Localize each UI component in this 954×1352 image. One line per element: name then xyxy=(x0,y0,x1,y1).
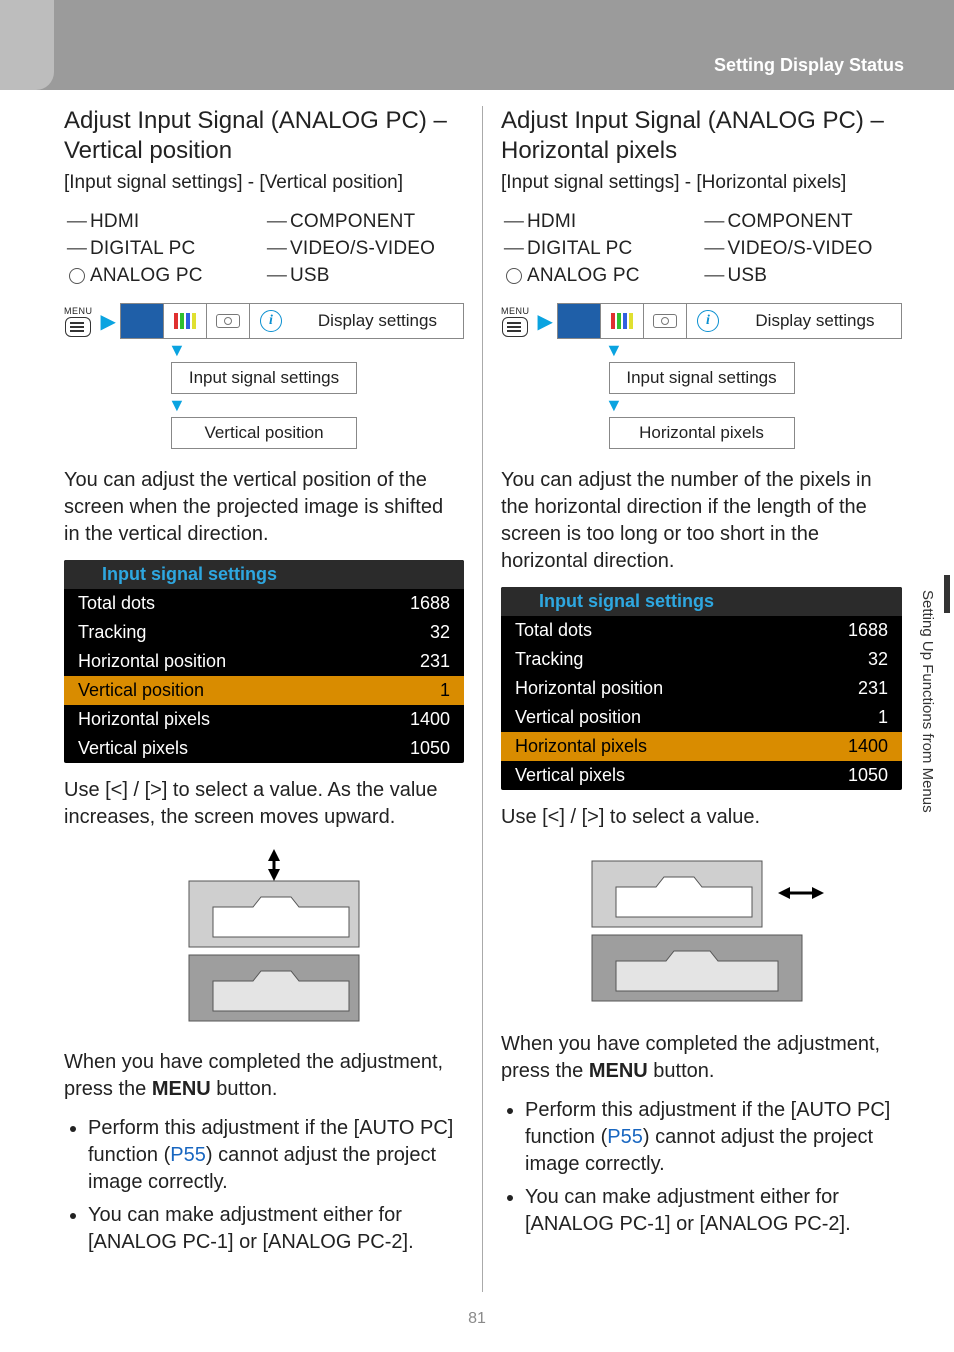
osd-row-selected: Horizontal pixels1400 xyxy=(501,732,902,761)
side-section-label: Setting Up Functions from Menus xyxy=(919,590,936,813)
left-osd-panel: Input signal settings Total dots1688 Tra… xyxy=(64,560,464,763)
link-p55[interactable]: P55 xyxy=(170,1144,206,1166)
osd-title: Input signal settings xyxy=(501,587,902,616)
chevron-down-icon: ▼ xyxy=(168,340,464,361)
osd-row: Vertical pixels1050 xyxy=(501,761,902,790)
menu-icon xyxy=(502,317,528,337)
input-usb: —USB xyxy=(702,262,903,289)
display-settings-label: Display settings xyxy=(292,304,463,338)
tab-bar: i Display settings xyxy=(557,303,902,339)
tab-bar: i Display settings xyxy=(120,303,464,339)
right-bullet-2: You can make adjustment either for [ANAL… xyxy=(525,1184,902,1238)
tab-info-icon: i xyxy=(250,304,292,338)
nav-leaf-right: Horizontal pixels xyxy=(609,417,795,449)
osd-row: Vertical pixels1050 xyxy=(64,734,464,763)
osd-row-selected: Vertical position1 xyxy=(64,676,464,705)
right-bullets: Perform this adjustment if the [AUTO PC]… xyxy=(501,1097,902,1238)
right-heading: Adjust Input Signal (ANALOG PC) – Horizo… xyxy=(501,106,902,166)
tab-camera-icon xyxy=(644,304,687,338)
left-hint: Use [<] / [>] to select a value. As the … xyxy=(64,777,464,831)
left-path: [Input signal settings] - [Vertical posi… xyxy=(64,172,464,194)
tab-calibration-icon xyxy=(601,304,644,338)
circle-icon xyxy=(506,268,522,284)
header-band: Setting Display Status xyxy=(0,0,954,90)
left-bullet-2: You can make adjustment either for [ANAL… xyxy=(88,1202,464,1256)
right-desc: You can adjust the number of the pixels … xyxy=(501,467,902,575)
tab-info-icon: i xyxy=(687,304,729,338)
input-hdmi: —HDMI xyxy=(64,208,264,235)
chevron-down-icon: ▼ xyxy=(605,340,902,361)
right-input-list: —HDMI —COMPONENT —DIGITAL PC —VIDEO/S-VI… xyxy=(501,208,902,289)
left-bullets: Perform this adjustment if the [AUTO PC]… xyxy=(64,1115,464,1256)
input-usb: —USB xyxy=(264,262,464,289)
display-settings-label: Display settings xyxy=(729,304,901,338)
input-video: —VIDEO/S-VIDEO xyxy=(702,235,903,262)
right-column: Adjust Input Signal (ANALOG PC) – Horizo… xyxy=(483,106,902,1292)
left-bullet-1: Perform this adjustment if the [AUTO PC]… xyxy=(88,1115,464,1196)
input-hdmi: —HDMI xyxy=(501,208,702,235)
nav-input-signal: Input signal settings xyxy=(171,362,357,394)
vertical-adjust-illustration xyxy=(149,847,379,1037)
page-number: 81 xyxy=(0,1310,954,1328)
tab-display-icon xyxy=(558,304,601,338)
link-p55[interactable]: P55 xyxy=(607,1126,643,1148)
left-heading: Adjust Input Signal (ANALOG PC) – Vertic… xyxy=(64,106,464,166)
right-hint: Use [<] / [>] to select a value. xyxy=(501,804,902,831)
left-input-list: —HDMI —COMPONENT —DIGITAL PC —VIDEO/S-VI… xyxy=(64,208,464,289)
left-nav-path: MENU ▶ i Display settings ▼ Input signal… xyxy=(64,303,464,449)
chevron-right-icon: ▶ xyxy=(101,309,116,334)
input-component: —COMPONENT xyxy=(702,208,903,235)
menu-icon xyxy=(65,317,91,337)
input-component: —COMPONENT xyxy=(264,208,464,235)
osd-row: Tracking32 xyxy=(501,645,902,674)
tab-camera-icon xyxy=(207,304,250,338)
nav-leaf-left: Vertical position xyxy=(171,417,357,449)
osd-row: Tracking32 xyxy=(64,618,464,647)
menu-label: MENU xyxy=(501,306,530,316)
content-columns: Adjust Input Signal (ANALOG PC) – Vertic… xyxy=(64,106,902,1292)
osd-row: Total dots1688 xyxy=(64,589,464,618)
input-video: —VIDEO/S-VIDEO xyxy=(264,235,464,262)
tab-calibration-icon xyxy=(164,304,207,338)
input-analog-pc: ANALOG PC xyxy=(501,262,702,289)
right-bullet-1: Perform this adjustment if the [AUTO PC]… xyxy=(525,1097,902,1178)
left-desc: You can adjust the vertical position of … xyxy=(64,467,464,548)
chevron-right-icon: ▶ xyxy=(538,309,553,334)
menu-label: MENU xyxy=(64,306,93,316)
side-marker xyxy=(944,575,950,613)
left-done: When you have completed the adjustment, … xyxy=(64,1049,464,1103)
settings-icon xyxy=(78,568,96,582)
right-done: When you have completed the adjustment, … xyxy=(501,1031,902,1085)
horizontal-adjust-illustration xyxy=(572,847,832,1007)
right-osd-panel: Input signal settings Total dots1688 Tra… xyxy=(501,587,902,790)
right-path: [Input signal settings] - [Horizontal pi… xyxy=(501,172,902,194)
input-analog-pc: ANALOG PC xyxy=(64,262,264,289)
circle-icon xyxy=(69,268,85,284)
header-title: Setting Display Status xyxy=(714,55,904,76)
osd-row: Total dots1688 xyxy=(501,616,902,645)
settings-icon xyxy=(515,595,533,609)
osd-row: Vertical position1 xyxy=(501,703,902,732)
left-column: Adjust Input Signal (ANALOG PC) – Vertic… xyxy=(64,106,483,1292)
chevron-down-icon: ▼ xyxy=(605,395,902,416)
input-digital-pc: —DIGITAL PC xyxy=(501,235,702,262)
right-nav-path: MENU ▶ i Display settings ▼ Input signal… xyxy=(501,303,902,449)
osd-row: Horizontal position231 xyxy=(64,647,464,676)
chevron-down-icon: ▼ xyxy=(168,395,464,416)
osd-row: Horizontal position231 xyxy=(501,674,902,703)
nav-input-signal: Input signal settings xyxy=(609,362,795,394)
osd-row: Horizontal pixels1400 xyxy=(64,705,464,734)
tab-display-icon xyxy=(121,304,164,338)
osd-title: Input signal settings xyxy=(64,560,464,589)
input-digital-pc: —DIGITAL PC xyxy=(64,235,264,262)
header-corner xyxy=(0,0,54,90)
